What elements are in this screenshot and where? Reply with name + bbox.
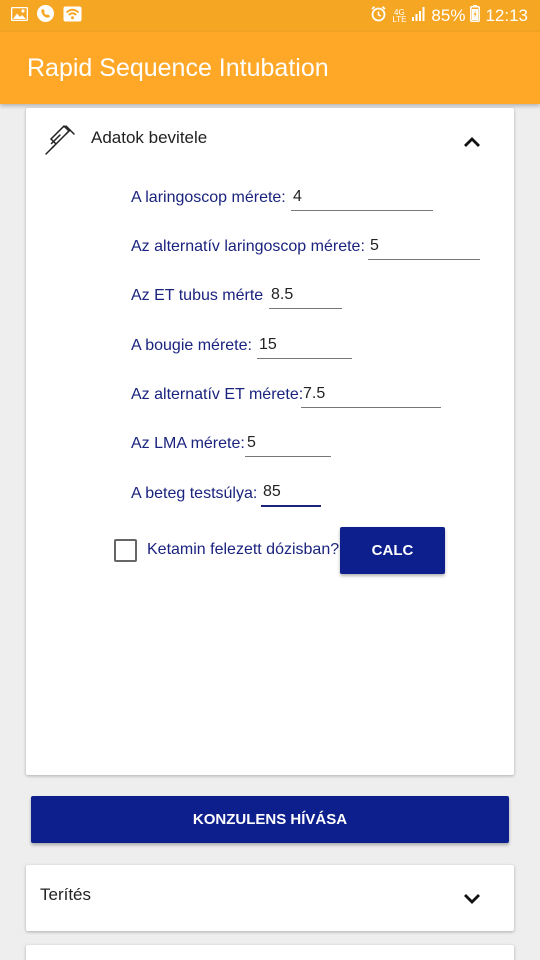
lma-size-input[interactable] [245,431,331,457]
consult-button[interactable]: KONZULENS HÍVÁSA [31,796,509,843]
patient-weight-input[interactable] [261,481,321,507]
syringe-icon [44,122,78,161]
clock: 12:13 [485,6,528,25]
image-icon [10,6,29,26]
laryngoscope-size-input[interactable] [291,185,433,211]
alt-laryngoscope-size-input[interactable] [368,234,480,260]
battery-icon [470,5,481,27]
field-label: A laringoscop mérete: [131,189,286,206]
terites-card[interactable]: Terítés [26,865,514,931]
alarm-icon [370,5,387,27]
app-bar: Rapid Sequence Intubation [0,32,540,104]
field-label: A bougie mérete: [131,337,252,354]
chevron-up-icon[interactable] [461,131,483,153]
ketamine-half-dose-checkbox[interactable] [114,539,137,562]
field-label: Az ET tubus mérte [131,287,264,304]
collapsed-card[interactable] [26,945,514,960]
signal-icon [411,6,426,26]
status-bar: 4G LTE 85% 12:13 [0,0,540,32]
field-label: Az alternatív laringoscop mérete: [131,238,365,255]
phone-icon [37,5,54,27]
field-label: Az alternatív ET mérete: [131,386,304,403]
field-label: Az LMA mérete: [131,435,245,452]
bougie-size-input[interactable] [257,333,352,359]
input-card-title: Adatok bevitele [91,128,208,147]
wifi-icon [63,6,82,27]
ketamine-half-dose-label[interactable]: Ketamin felezett dózisban? [147,541,339,559]
terites-card-title: Terítés [40,885,92,904]
app-title: Rapid Sequence Intubation [27,54,329,82]
et-tube-size-input[interactable] [269,283,342,309]
field-label: A beteg testsúlya: [131,485,258,502]
input-card: Adatok bevitele A laringoscop mérete: Az… [26,108,514,775]
calc-button[interactable]: CALC [340,527,445,574]
network-type: 4G LTE [392,8,407,24]
battery-percent: 85% [431,6,466,25]
chevron-down-icon[interactable] [461,887,483,909]
alt-et-size-input[interactable] [301,382,441,408]
